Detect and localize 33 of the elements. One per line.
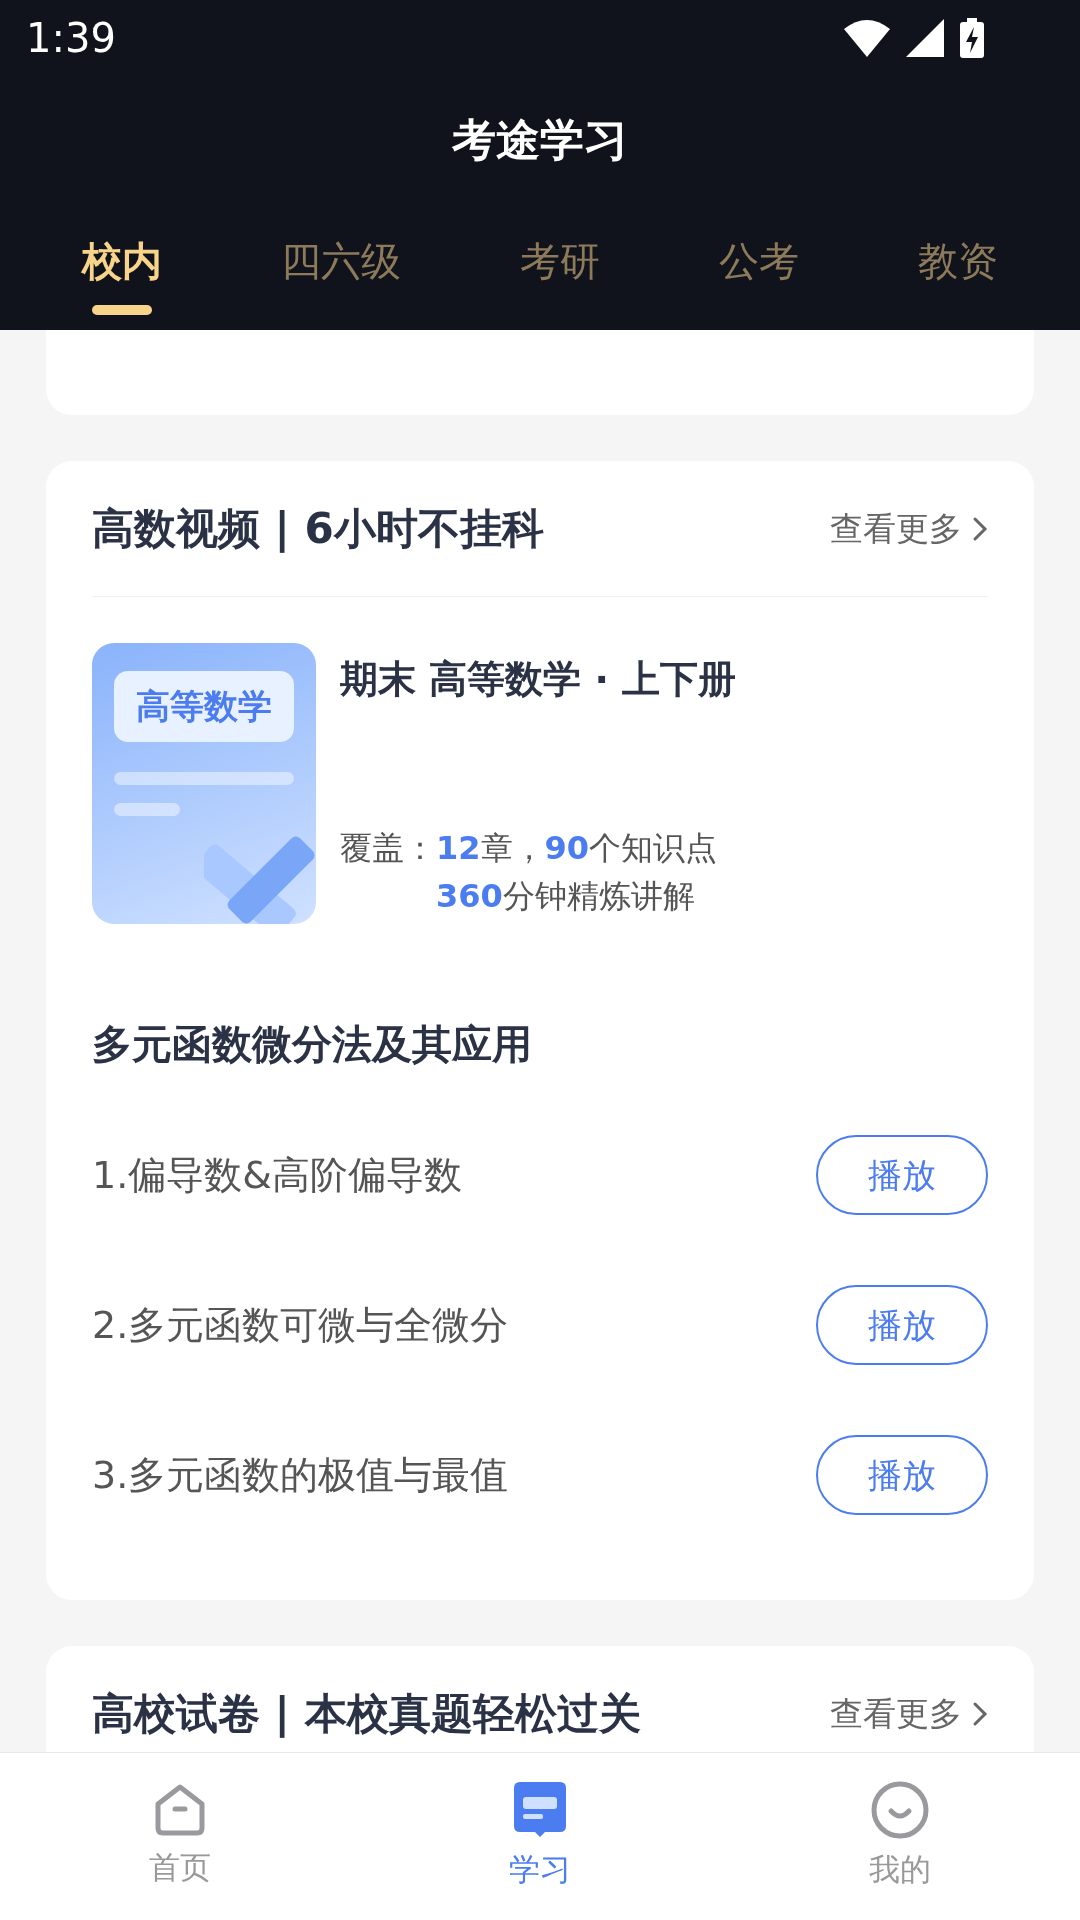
chevron-right-icon bbox=[972, 1700, 988, 1727]
wifi-icon bbox=[844, 18, 890, 57]
course-title: 期末 高等数学 · 上下册 bbox=[340, 656, 737, 703]
category-tab[interactable]: 考研 bbox=[520, 231, 600, 315]
category-tab[interactable]: 四六级 bbox=[281, 231, 401, 315]
view-more-link[interactable]: 查看更多 bbox=[830, 503, 988, 554]
category-tab[interactable]: 教资 bbox=[918, 231, 998, 315]
lesson-title: 3.多元函数的极值与最值 bbox=[92, 1451, 509, 1499]
section-title: 高数视频 | 6小时不挂科 bbox=[92, 503, 544, 555]
coverage-text: 360分钟精炼讲解 bbox=[436, 876, 696, 917]
chevron-right-icon bbox=[972, 515, 988, 542]
view-more-link[interactable]: 查看更多 bbox=[830, 1688, 988, 1739]
app-title: 考途学习 bbox=[451, 113, 629, 167]
nav-tab[interactable]: 我的 bbox=[800, 1779, 1000, 1894]
play-button[interactable]: 播放 bbox=[816, 1435, 988, 1515]
cover-label: 高等数学 bbox=[114, 671, 294, 742]
lesson-title: 1.偏导数&高阶偏导数 bbox=[92, 1151, 462, 1199]
section-title: 高校试卷 | 本校真题轻松过关 bbox=[92, 1688, 641, 1740]
chapter-title: 多元函数微分法及其应用 bbox=[92, 1020, 533, 1069]
coverage-text: 12章，90个知识点 bbox=[436, 828, 718, 869]
signal-icon bbox=[906, 18, 944, 57]
category-tab[interactable]: 校内 bbox=[82, 231, 162, 315]
nav-tab[interactable]: 学习 bbox=[440, 1779, 640, 1894]
status-time: 1:39 bbox=[26, 13, 116, 63]
lesson-title: 2.多元函数可微与全微分 bbox=[92, 1301, 509, 1349]
smiley-icon bbox=[870, 1780, 930, 1841]
battery-icon bbox=[960, 17, 984, 58]
coverage-label: 覆盖： bbox=[340, 828, 436, 869]
play-button[interactable]: 播放 bbox=[816, 1135, 988, 1215]
category-tab[interactable]: 公考 bbox=[719, 231, 799, 315]
text-line-placeholder bbox=[114, 803, 180, 816]
play-button[interactable]: 播放 bbox=[816, 1285, 988, 1365]
nav-tab[interactable]: 首页 bbox=[80, 1781, 280, 1892]
